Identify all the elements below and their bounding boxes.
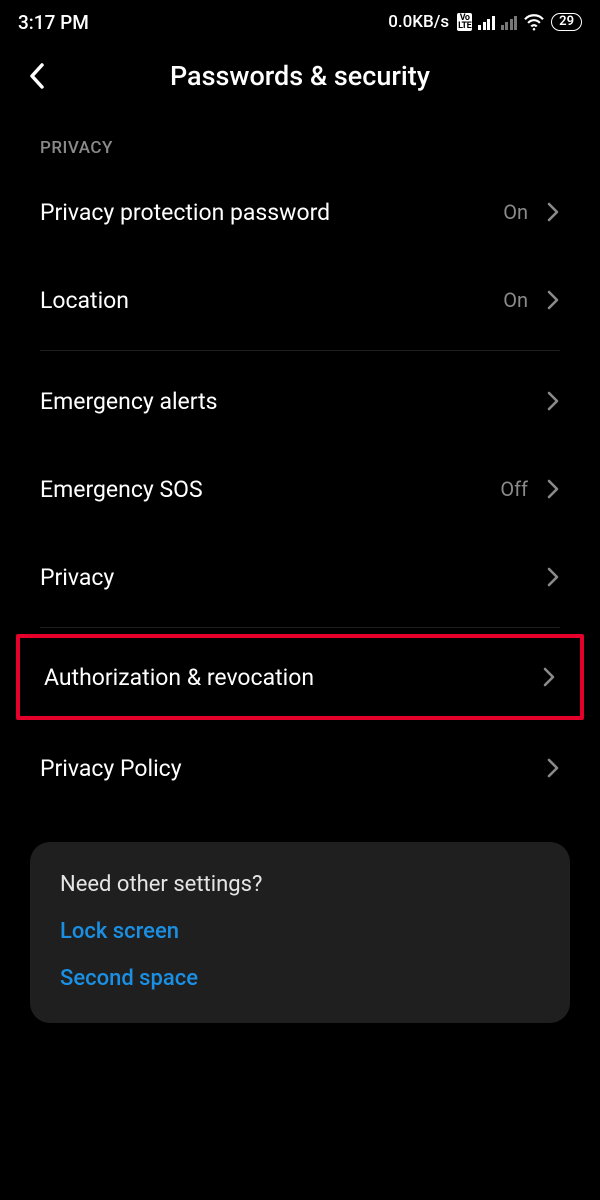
row-privacy-policy[interactable]: Privacy Policy	[0, 724, 600, 812]
row-label: Location	[40, 287, 129, 314]
row-value: Off	[500, 477, 528, 501]
status-bar: 3:17 PM 0.0KB/s VoLTE 29	[0, 0, 600, 38]
row-label: Privacy	[40, 564, 114, 591]
row-label: Authorization & revocation	[44, 664, 314, 691]
suggest-title: Need other settings?	[60, 872, 540, 897]
section-label-privacy: PRIVACY	[0, 114, 600, 168]
battery-indicator: 29	[551, 13, 582, 31]
chevron-right-icon	[546, 757, 560, 779]
signal-sim1-icon	[478, 14, 495, 30]
row-authorization-revocation[interactable]: Authorization & revocation	[20, 638, 580, 716]
page-title: Passwords & security	[28, 60, 572, 92]
row-emergency-sos[interactable]: Emergency SOS Off	[0, 445, 600, 533]
volte-icon: VoLTE	[457, 13, 472, 31]
suggested-settings-card: Need other settings? Lock screen Second …	[30, 842, 570, 1023]
wifi-icon	[523, 13, 545, 31]
row-value: On	[503, 288, 528, 312]
chevron-right-icon	[546, 478, 560, 500]
chevron-right-icon	[546, 566, 560, 588]
row-label: Privacy Policy	[40, 755, 182, 782]
row-label: Emergency SOS	[40, 476, 203, 503]
row-location[interactable]: Location On	[0, 256, 600, 344]
chevron-right-icon	[546, 390, 560, 412]
chevron-right-icon	[546, 289, 560, 311]
suggest-link-lock-screen[interactable]: Lock screen	[60, 919, 540, 944]
row-value: On	[503, 200, 528, 224]
row-label: Emergency alerts	[40, 388, 218, 415]
chevron-right-icon	[542, 666, 556, 688]
signal-sim2-icon	[501, 14, 518, 30]
row-privacy-protection-password[interactable]: Privacy protection password On	[0, 168, 600, 256]
chevron-right-icon	[546, 201, 560, 223]
app-header: Passwords & security	[0, 38, 600, 114]
status-net-speed: 0.0KB/s	[388, 12, 449, 32]
row-privacy[interactable]: Privacy	[0, 533, 600, 621]
highlight-authorization-revocation: Authorization & revocation	[16, 634, 584, 720]
divider	[40, 350, 560, 351]
row-label: Privacy protection password	[40, 199, 330, 226]
suggest-link-second-space[interactable]: Second space	[60, 966, 540, 991]
status-time: 3:17 PM	[18, 11, 89, 34]
row-emergency-alerts[interactable]: Emergency alerts	[0, 357, 600, 445]
divider	[40, 627, 560, 628]
